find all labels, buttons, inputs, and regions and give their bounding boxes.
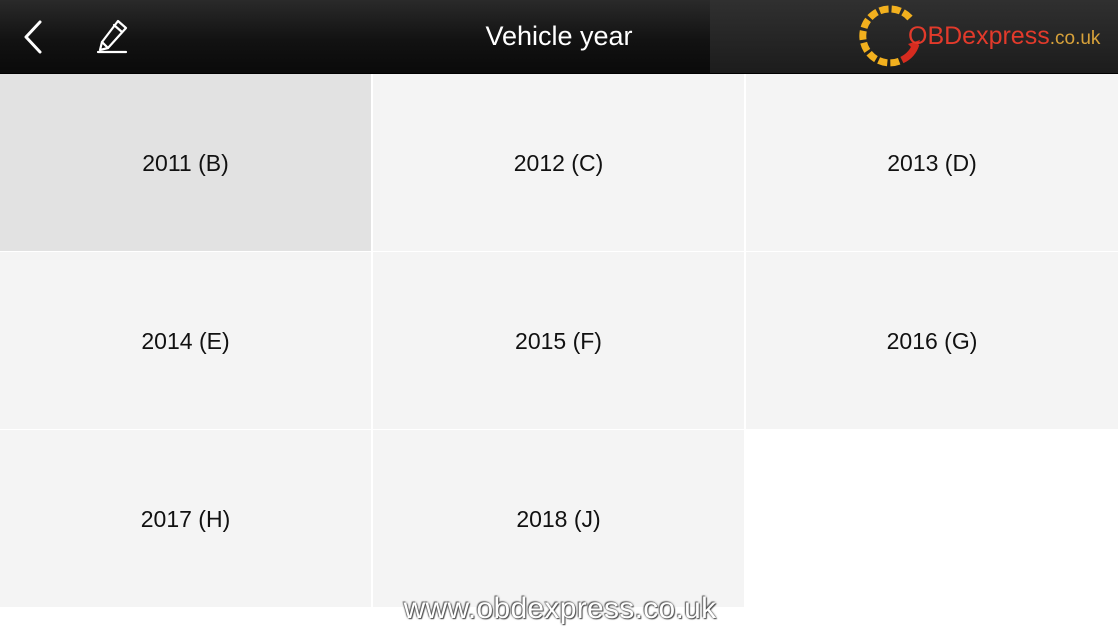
back-button[interactable] <box>14 14 54 60</box>
year-option-label: 2015 (F) <box>515 327 602 354</box>
grid-overflow-row <box>0 608 371 628</box>
year-option-label: 2017 (H) <box>140 505 231 532</box>
year-option-2014[interactable]: 2014 (E) <box>0 252 371 429</box>
year-option-2015[interactable]: 2015 (F) <box>373 252 744 429</box>
year-option-2012[interactable]: 2012 (C) <box>373 74 744 251</box>
obdexpress-logo: OBDexpress.co.uk <box>858 4 1116 68</box>
year-option-2018[interactable]: 2018 (J) <box>373 430 744 607</box>
year-option-label: 2018 (J) <box>516 505 601 532</box>
year-option-label: 2013 (D) <box>887 149 977 176</box>
edit-button[interactable] <box>92 14 136 60</box>
pencil-icon <box>96 19 128 54</box>
year-option-label: 2011 (B) <box>142 149 229 176</box>
year-option-2013[interactable]: 2013 (D) <box>746 74 1118 251</box>
logo-wordmark: OBDexpress.co.uk <box>908 22 1100 53</box>
year-option-2011[interactable]: 2011 (B) <box>0 74 371 251</box>
logo-brand-text: OBDexpress <box>908 22 1050 50</box>
year-option-2016[interactable]: 2016 (G) <box>746 252 1118 429</box>
chevron-left-icon <box>24 20 42 54</box>
year-option-label: 2012 (C) <box>513 149 604 176</box>
top-bar: Vehicle year OBDexpress.co.uk <box>0 0 1118 74</box>
year-option-2017[interactable]: 2017 (H) <box>0 430 371 607</box>
year-grid: 2011 (B) 2012 (C) 2013 (D) 2014 (E) 2015… <box>0 74 1118 628</box>
site-watermark: www.obdexpress.co.uk <box>403 592 717 625</box>
empty-grid-cell <box>746 430 1118 607</box>
year-option-label: 2016 (G) <box>886 327 978 354</box>
year-option-label: 2014 (E) <box>141 327 230 354</box>
logo-tld-text: .co.uk <box>1049 28 1101 49</box>
app-window: Vehicle year OBDexpress.co.uk 2011 (B) 2… <box>0 0 1118 628</box>
grid-overflow-row <box>746 608 1118 628</box>
page-title: Vehicle year <box>485 21 633 51</box>
